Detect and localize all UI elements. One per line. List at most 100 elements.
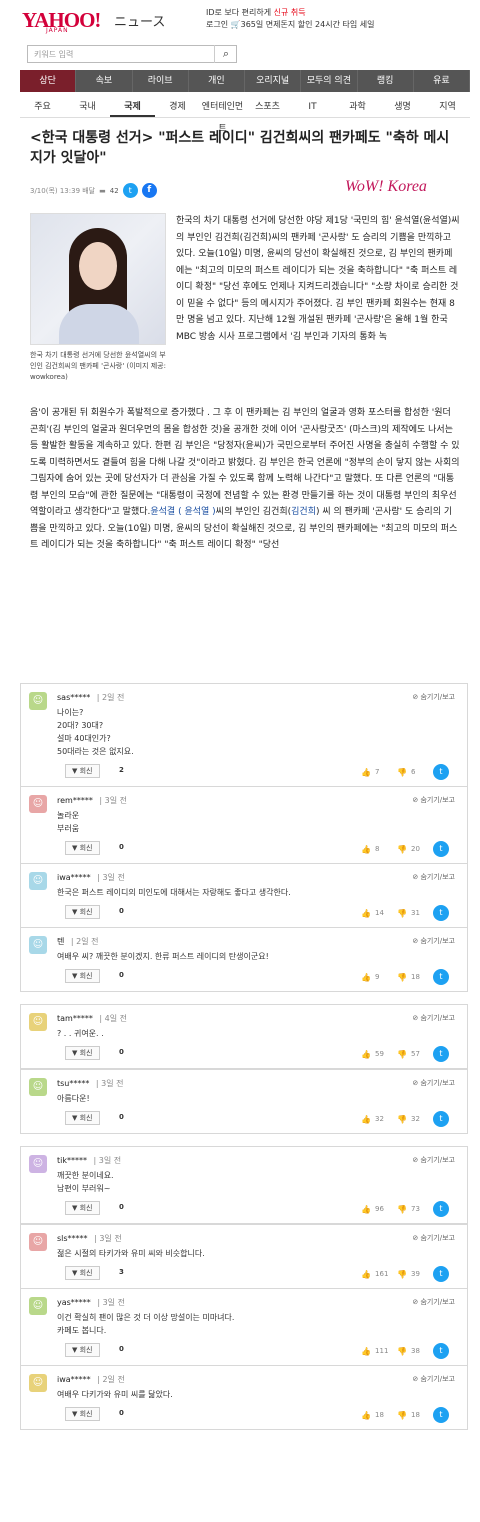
hide-report-link[interactable]: ⊘ 숨기기/보고 <box>412 1155 455 1165</box>
sub-nav-item[interactable]: 국제 <box>110 96 155 117</box>
main-nav-item[interactable]: 속보 <box>76 70 133 92</box>
article-photo[interactable] <box>30 213 166 345</box>
thumbs-up-icon[interactable]: 👍 <box>361 909 371 918</box>
thumbs-down-icon[interactable]: 👎 <box>397 909 407 918</box>
hide-report-link[interactable]: ⊘ 숨기기/보고 <box>412 692 455 702</box>
main-nav-item[interactable]: 상단 <box>20 70 77 92</box>
reply-button[interactable]: ▼ 회신 <box>65 1111 100 1125</box>
sub-nav-item[interactable]: IT <box>290 96 335 117</box>
main-nav-item[interactable]: 오리지널 <box>245 70 302 92</box>
section-title[interactable]: ニュース <box>114 11 165 30</box>
search-input[interactable]: 키워드 입력 <box>27 45 237 63</box>
search-icon[interactable]: ⌕ <box>214 45 237 63</box>
main-nav-item[interactable]: 라이브 <box>133 70 189 92</box>
thumbs-up-icon[interactable]: 👍 <box>361 1115 371 1124</box>
sub-nav-item[interactable]: 주요 <box>20 96 65 117</box>
person-link[interactable]: 김건희 <box>291 507 316 517</box>
reply-button[interactable]: ▼ 회신 <box>65 841 100 855</box>
avatar[interactable]: ☺ <box>29 692 47 710</box>
login-link[interactable]: 로그인 <box>206 20 228 29</box>
main-nav-item[interactable]: 랭킹 <box>358 70 414 92</box>
sub-nav-item[interactable]: 국내 <box>65 96 110 117</box>
avatar[interactable]: ☺ <box>29 1233 47 1251</box>
twitter-share-icon[interactable]: t <box>433 1266 449 1282</box>
hide-report-link[interactable]: ⊘ 숨기기/보고 <box>412 872 455 882</box>
comment-user[interactable]: sas***** <box>57 693 90 702</box>
comment-count[interactable]: 42 <box>110 187 119 195</box>
avatar[interactable]: ☺ <box>29 1155 47 1173</box>
reply-button[interactable]: ▼ 회신 <box>65 1343 100 1357</box>
sub-nav-item[interactable]: 스포츠 <box>245 96 290 117</box>
hide-report-link[interactable]: ⊘ 숨기기/보고 <box>412 1374 455 1384</box>
hide-report-link[interactable]: ⊘ 숨기기/보고 <box>412 1013 455 1023</box>
thumbs-up-icon[interactable]: 👍 <box>361 845 371 854</box>
main-nav-item[interactable]: 모두의 의견 <box>301 70 358 92</box>
avatar[interactable]: ☺ <box>29 1297 47 1315</box>
avatar[interactable]: ☺ <box>29 1374 47 1392</box>
thumbs-up-icon[interactable]: 👍 <box>361 1050 371 1059</box>
hide-report-link[interactable]: ⊘ 숨기기/보고 <box>412 1233 455 1243</box>
sub-nav-item[interactable]: 경제 <box>155 96 200 117</box>
thumbs-up-icon[interactable]: 👍 <box>361 973 371 982</box>
twitter-share-icon[interactable]: t <box>433 905 449 921</box>
hide-report-link[interactable]: ⊘ 숨기기/보고 <box>412 795 455 805</box>
thumbs-down-icon[interactable]: 👎 <box>397 1270 407 1279</box>
reply-button[interactable]: ▼ 회신 <box>65 1201 100 1215</box>
comment-user[interactable]: tsu***** <box>57 1079 89 1088</box>
promo-banner[interactable]: ID로 보다 편리하게 신규 취득 로그인 🛒365일 면제돈지 할인 24시간… <box>206 7 374 31</box>
twitter-share-icon[interactable]: t <box>433 1407 449 1423</box>
thumbs-down-icon[interactable]: 👎 <box>397 1115 407 1124</box>
thumbs-up-icon[interactable]: 👍 <box>361 1411 371 1420</box>
twitter-share-icon[interactable]: t <box>433 1201 449 1217</box>
twitter-share-icon[interactable]: t <box>433 969 449 985</box>
main-nav-item[interactable]: 개인 <box>189 70 245 92</box>
thumbs-up-icon[interactable]: 👍 <box>361 768 371 777</box>
person-link[interactable]: 윤석결 ( 윤석열 ) <box>150 507 215 517</box>
avatar[interactable]: ☺ <box>29 795 47 813</box>
thumbs-down-icon[interactable]: 👎 <box>397 973 407 982</box>
avatar[interactable]: ☺ <box>29 1013 47 1031</box>
sub-nav-item[interactable]: 과학 <box>335 96 380 117</box>
hide-report-link[interactable]: ⊘ 숨기기/보고 <box>412 936 455 946</box>
main-nav-item[interactable]: 유료 <box>414 70 470 92</box>
hide-report-link[interactable]: ⊘ 숨기기/보고 <box>412 1297 455 1307</box>
source-logo[interactable]: WoW! Korea <box>345 178 427 196</box>
twitter-share-icon[interactable]: t <box>433 1111 449 1127</box>
thumbs-down-icon[interactable]: 👎 <box>397 1411 407 1420</box>
reply-button[interactable]: ▼ 회신 <box>65 905 100 919</box>
comment-user[interactable]: iwa***** <box>57 873 91 882</box>
thumbs-down-icon[interactable]: 👎 <box>397 1205 407 1214</box>
thumbs-down-icon[interactable]: 👎 <box>397 768 407 777</box>
avatar[interactable]: ☺ <box>29 936 47 954</box>
twitter-share-icon[interactable]: t <box>122 183 138 198</box>
reply-button[interactable]: ▼ 회신 <box>65 1266 100 1280</box>
reply-button[interactable]: ▼ 회신 <box>65 1046 100 1060</box>
reply-button[interactable]: ▼ 회신 <box>65 1407 100 1421</box>
twitter-share-icon[interactable]: t <box>433 764 449 780</box>
sub-nav-item[interactable]: 엔터테인먼트 <box>200 96 245 134</box>
hide-report-link[interactable]: ⊘ 숨기기/보고 <box>412 1078 455 1088</box>
thumbs-up-icon[interactable]: 👍 <box>361 1347 371 1356</box>
comment-user[interactable]: iwa***** <box>57 1375 91 1384</box>
comment-user[interactable]: tam***** <box>57 1014 93 1023</box>
sub-nav-item[interactable]: 지역 <box>425 96 470 117</box>
thumbs-down-icon[interactable]: 👎 <box>397 1050 407 1059</box>
thumbs-up-icon[interactable]: 👍 <box>361 1205 371 1214</box>
comment-user[interactable]: sls***** <box>57 1234 88 1243</box>
thumbs-up-icon[interactable]: 👍 <box>361 1270 371 1279</box>
sale-link[interactable]: 365일 면제돈지 할인 24시간 타임 세일 <box>241 20 375 29</box>
comment-user[interactable]: rem***** <box>57 796 93 805</box>
twitter-share-icon[interactable]: t <box>433 1343 449 1359</box>
thumbs-down-icon[interactable]: 👎 <box>397 845 407 854</box>
comment-user[interactable]: yas***** <box>57 1298 91 1307</box>
comment-icon[interactable]: ▬ <box>99 187 106 195</box>
twitter-share-icon[interactable]: t <box>433 841 449 857</box>
sub-nav-item[interactable]: 생명 <box>380 96 425 117</box>
comment-user[interactable]: tik***** <box>57 1156 87 1165</box>
thumbs-down-icon[interactable]: 👎 <box>397 1347 407 1356</box>
facebook-share-icon[interactable]: f <box>141 183 157 198</box>
avatar[interactable]: ☺ <box>29 1078 47 1096</box>
reply-button[interactable]: ▼ 회신 <box>65 764 100 778</box>
reply-button[interactable]: ▼ 회신 <box>65 969 100 983</box>
signup-link[interactable]: 신규 취득 <box>274 8 306 17</box>
